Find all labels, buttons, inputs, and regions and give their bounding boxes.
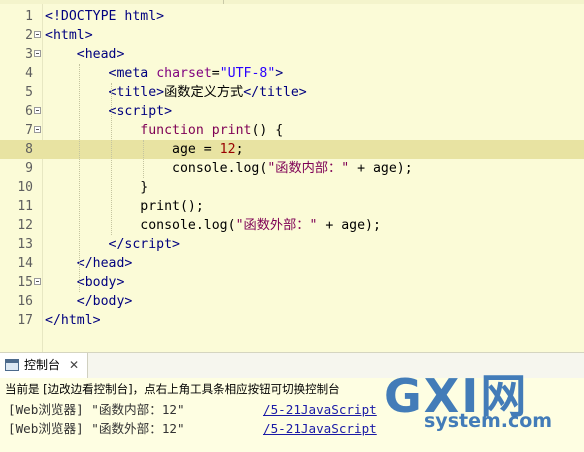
code-line[interactable]: 3 <head> xyxy=(0,45,584,64)
code-text: <!DOCTYPE html> xyxy=(45,9,165,24)
console-output-line: [Web浏览器] "函数内部：12" xyxy=(8,402,185,417)
line-number: 12 xyxy=(17,218,33,233)
code-text: console.log("函数外部：" + age); xyxy=(45,218,381,233)
line-number: 13 xyxy=(17,237,33,252)
console-source-link[interactable]: /5-21JavaScript xyxy=(263,419,377,438)
console-output: [Web浏览器] "函数内部：12" /5-21JavaScript [Web浏… xyxy=(0,400,584,452)
code-line[interactable]: 9 console.log("函数内部：" + age); xyxy=(0,159,584,178)
code-text: <meta charset="UTF-8"> xyxy=(108,66,284,81)
line-number: 9 xyxy=(25,161,33,176)
console-icon xyxy=(5,359,19,371)
line-number: 15 xyxy=(17,275,33,290)
code-text: print(); xyxy=(45,199,204,214)
line-number: 8 xyxy=(25,142,33,157)
line-number: 5 xyxy=(25,85,33,100)
code-text: </html> xyxy=(45,313,101,328)
code-text: <body> xyxy=(76,275,125,290)
line-number: 4 xyxy=(25,66,33,81)
fold-toggle-icon[interactable] xyxy=(34,126,41,133)
code-line[interactable]: 15 <body> xyxy=(0,273,584,292)
code-text: <html> xyxy=(45,28,93,43)
code-line[interactable]: 17 </html> xyxy=(0,311,584,330)
code-line[interactable]: 1 <!DOCTYPE html> xyxy=(0,7,584,26)
line-number: 3 xyxy=(25,47,33,62)
code-text: </head> xyxy=(76,256,133,271)
line-number: 6 xyxy=(25,104,33,119)
line-number: 10 xyxy=(17,180,33,195)
code-line[interactable]: 7 function print() { xyxy=(0,121,584,140)
code-line[interactable]: 13 </script> xyxy=(0,235,584,254)
tab-edge xyxy=(223,0,224,4)
code-editor[interactable]: 1 <!DOCTYPE html> 2 <html> 3 <head> 4 <meta c… xyxy=(0,0,584,352)
line-number: 11 xyxy=(17,199,33,214)
indent-guide xyxy=(111,83,112,235)
code-text: </script> xyxy=(108,237,180,252)
tab-console[interactable]: 控制台 ✕ xyxy=(0,353,88,378)
code-line[interactable]: 12 console.log("函数外部：" + age); xyxy=(0,216,584,235)
code-text: age = 12; xyxy=(45,142,244,157)
line-number: 16 xyxy=(17,294,33,309)
line-number: 1 xyxy=(25,9,33,24)
code-line[interactable]: 6 <script> xyxy=(0,102,584,121)
line-number: 7 xyxy=(25,123,33,138)
code-line[interactable]: 5 <title>函数定义方式</title> xyxy=(0,83,584,102)
code-text: <title>函数定义方式</title> xyxy=(108,85,307,100)
code-line[interactable]: 2 <html> xyxy=(0,26,584,45)
indent-guide xyxy=(143,140,144,178)
fold-toggle-icon[interactable] xyxy=(34,50,41,57)
code-text: <head> xyxy=(76,47,125,62)
code-line[interactable]: 11 print(); xyxy=(0,197,584,216)
code-line[interactable]: 14 </head> xyxy=(0,254,584,273)
console-description: 当前是 [边改边看控制台]，点右上角工具条相应按钮可切换控制台 xyxy=(5,382,340,396)
fold-toggle-icon[interactable] xyxy=(34,278,41,285)
console-output-line: [Web浏览器] "函数外部：12" xyxy=(8,421,185,436)
line-number: 17 xyxy=(17,313,33,328)
code-line[interactable]: 16 </body> xyxy=(0,292,584,311)
code-text: console.log("函数内部：" + age); xyxy=(45,161,413,176)
console-source-link[interactable]: /5-21JavaScript xyxy=(263,400,377,419)
fold-toggle-icon[interactable] xyxy=(34,107,41,114)
code-text: </body> xyxy=(76,294,133,309)
editor-tab-strip xyxy=(0,0,584,4)
code-line[interactable]: 8 age = 12; xyxy=(0,140,584,159)
indent-guide xyxy=(79,64,80,292)
line-number: 2 xyxy=(25,28,33,43)
code-line[interactable]: 4 <meta charset="UTF-8"> xyxy=(0,64,584,83)
line-number: 14 xyxy=(17,256,33,271)
code-text: } xyxy=(45,180,149,195)
console-header: 控制台 ✕ xyxy=(0,352,584,378)
fold-toggle-icon[interactable] xyxy=(34,31,41,38)
console-tab-label: 控制台 xyxy=(24,358,61,372)
code-line[interactable]: 10 } xyxy=(0,178,584,197)
code-text: function print() { xyxy=(140,123,284,138)
close-icon[interactable]: ✕ xyxy=(69,353,79,378)
code-text: <script> xyxy=(108,104,173,119)
